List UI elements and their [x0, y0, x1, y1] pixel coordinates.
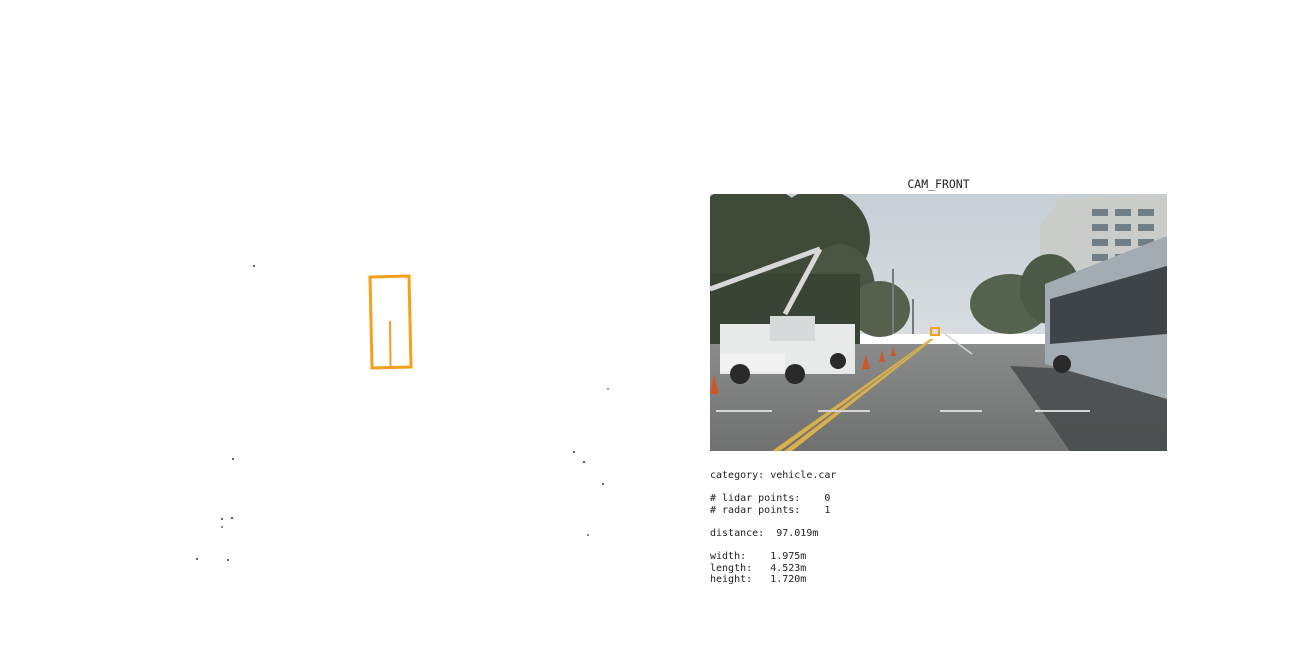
point — [587, 534, 589, 536]
info-distance: distance: 97.019m — [710, 527, 819, 539]
point — [602, 483, 604, 485]
point — [227, 559, 229, 561]
point — [573, 451, 575, 453]
point — [232, 458, 234, 460]
point — [221, 518, 223, 520]
info-width: width: 1.975m — [710, 551, 807, 563]
point — [607, 388, 609, 390]
point — [196, 558, 198, 560]
bev-heading-line — [389, 320, 392, 369]
point — [231, 517, 233, 519]
point — [253, 265, 255, 267]
point — [583, 461, 585, 463]
point — [221, 526, 223, 528]
info-height: height: 1.720m — [710, 574, 807, 586]
white-truck — [720, 316, 855, 384]
camera-title: CAM_FRONT — [907, 177, 970, 191]
info-category: category: vehicle.car — [710, 470, 837, 481]
bev-points — [196, 265, 609, 561]
info-radar-points: # radar points: 1 — [710, 504, 831, 516]
info-length: length: 4.523m — [710, 562, 807, 574]
annotation-info: category: vehicle.car # lidar points: 0 # … — [710, 470, 836, 586]
camera-image — [710, 194, 1167, 451]
info-lidar-points: # lidar points: 0 — [710, 493, 831, 505]
bev-plot — [196, 265, 609, 561]
